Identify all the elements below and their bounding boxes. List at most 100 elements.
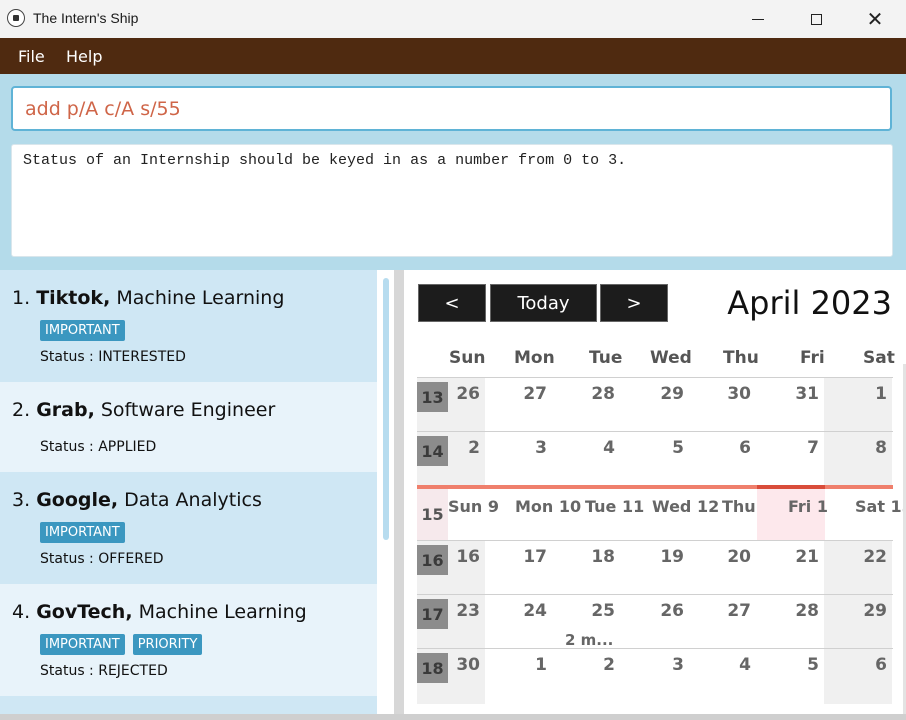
internship-list: 1. Tiktok, Machine Learning IMPORTANT St… — [0, 270, 394, 720]
card-company: Google, — [36, 489, 119, 511]
day-cell[interactable]: 21 — [779, 547, 819, 567]
title-bar: The Intern's Ship ✕ — [0, 0, 906, 38]
day-cell[interactable]: 28 — [575, 384, 615, 404]
window-bottom-edge — [0, 714, 906, 720]
card-role: Machine Learning — [116, 287, 285, 309]
day-cell[interactable]: Fri 1 — [788, 497, 828, 516]
app-icon — [7, 9, 25, 27]
more-events-link[interactable]: 2 m... — [565, 631, 613, 649]
card-company: Grab, — [36, 399, 95, 421]
row-divider — [417, 594, 893, 595]
day-cell[interactable]: 7 — [779, 438, 819, 458]
next-month-button[interactable]: > — [600, 284, 668, 322]
day-cell[interactable]: 26 — [440, 384, 480, 404]
internship-card[interactable]: 4. GovTech, Machine Learning IMPORTANT P… — [0, 584, 377, 696]
internship-card[interactable]: 2. Grab, Software Engineer Status : APPL… — [0, 382, 377, 472]
day-cell[interactable]: 30 — [711, 384, 751, 404]
day-cell[interactable]: 5 — [779, 655, 819, 675]
card-title: 3. Google, Data Analytics — [12, 489, 262, 511]
day-cell[interactable]: Wed 12 — [652, 497, 719, 516]
minimize-button[interactable] — [729, 0, 787, 38]
card-title: 2. Grab, Software Engineer — [12, 399, 275, 421]
internship-card[interactable]: 3. Google, Data Analytics IMPORTANT Stat… — [0, 472, 377, 584]
day-cell[interactable]: 5 — [644, 438, 684, 458]
day-cell[interactable]: Sat 15 — [855, 497, 906, 516]
day-cell[interactable]: 1 — [507, 655, 547, 675]
day-cell[interactable]: 2 — [440, 438, 480, 458]
day-cell[interactable]: 19 — [644, 547, 684, 567]
card-index: 3. — [12, 489, 31, 511]
card-title: 4. GovTech, Machine Learning — [12, 601, 307, 623]
day-cell[interactable]: 28 — [779, 601, 819, 621]
day-cell[interactable]: 4 — [575, 438, 615, 458]
weekday-header: Sun — [449, 348, 486, 368]
card-company: Tiktok, — [36, 287, 111, 309]
command-input-text: add p/A c/A s/55 — [25, 98, 181, 120]
day-cell[interactable]: Tue 11 — [585, 497, 644, 516]
tag-badge: IMPORTANT — [40, 634, 125, 655]
menu-help[interactable]: Help — [66, 47, 102, 66]
internship-card[interactable]: 1. Tiktok, Machine Learning IMPORTANT St… — [0, 270, 377, 382]
day-cell[interactable]: 2 — [575, 655, 615, 675]
day-cell[interactable]: 29 — [847, 601, 887, 621]
weekday-header: Tue — [589, 348, 623, 368]
card-status: Status : INTERESTED — [40, 349, 186, 365]
week-number-current: 15 — [417, 489, 448, 540]
calendar-panel: < Today > April 2023 Sun Mon Tue Wed Thu… — [404, 270, 906, 720]
day-cell[interactable]: 18 — [575, 547, 615, 567]
day-cell[interactable]: 23 — [440, 601, 480, 621]
day-cell[interactable]: 1 — [847, 384, 887, 404]
card-status: Status : OFFERED — [40, 551, 164, 567]
day-cell[interactable]: 29 — [644, 384, 684, 404]
day-cell[interactable]: 3 — [644, 655, 684, 675]
day-cell[interactable]: 20 — [711, 547, 751, 567]
list-scrollbar[interactable] — [383, 278, 389, 540]
weekday-header: Sat — [863, 348, 895, 368]
weekday-header: Wed — [650, 348, 692, 368]
day-cell[interactable]: 30 — [440, 655, 480, 675]
day-cell[interactable]: 24 — [507, 601, 547, 621]
card-index: 2. — [12, 399, 31, 421]
maximize-button[interactable] — [787, 0, 845, 38]
day-cell[interactable]: 25 — [575, 601, 615, 621]
day-cell[interactable]: 4 — [711, 655, 751, 675]
card-title: 1. Tiktok, Machine Learning — [12, 287, 284, 309]
window-title: The Intern's Ship — [33, 10, 139, 26]
result-message: Status of an Internship should be keyed … — [23, 152, 627, 169]
day-cell[interactable]: 22 — [847, 547, 887, 567]
day-cell[interactable]: 27 — [507, 384, 547, 404]
day-cell[interactable]: Sun 9 — [448, 497, 499, 516]
day-cell[interactable]: 6 — [711, 438, 751, 458]
day-cell[interactable]: 16 — [440, 547, 480, 567]
command-input[interactable]: add p/A c/A s/55 — [11, 86, 892, 131]
weekday-header: Mon — [514, 348, 555, 368]
close-button[interactable]: ✕ — [846, 0, 904, 38]
day-cell[interactable]: 8 — [847, 438, 887, 458]
tag-badge: PRIORITY — [132, 634, 203, 655]
tag-badge: IMPORTANT — [40, 522, 125, 543]
day-cell[interactable]: 31 — [779, 384, 819, 404]
prev-month-button[interactable]: < — [418, 284, 486, 322]
day-cell[interactable]: 17 — [507, 547, 547, 567]
day-cell[interactable]: Mon 10 — [515, 497, 581, 516]
card-role: Software Engineer — [100, 399, 276, 421]
day-cell[interactable]: 26 — [644, 601, 684, 621]
split-divider[interactable] — [394, 270, 404, 720]
day-cell[interactable]: 3 — [507, 438, 547, 458]
card-status: Status : APPLIED — [40, 439, 157, 455]
menu-file[interactable]: File — [18, 47, 45, 66]
menu-bar: File Help — [0, 38, 906, 74]
command-area: add p/A c/A s/55 Status of an Internship… — [0, 74, 906, 270]
day-cell[interactable]: 27 — [711, 601, 751, 621]
tag-row: IMPORTANT PRIORITY — [40, 634, 203, 655]
card-company: GovTech, — [36, 601, 133, 623]
tag-row: IMPORTANT — [40, 320, 125, 341]
row-divider — [417, 540, 893, 541]
day-cell[interactable]: 6 — [847, 655, 887, 675]
row-divider — [417, 377, 893, 378]
result-display: Status of an Internship should be keyed … — [11, 144, 893, 257]
today-button[interactable]: Today — [490, 284, 597, 322]
card-index: 4. — [12, 601, 31, 623]
day-cell[interactable]: Thu — [722, 497, 756, 516]
minimize-icon — [752, 18, 764, 20]
